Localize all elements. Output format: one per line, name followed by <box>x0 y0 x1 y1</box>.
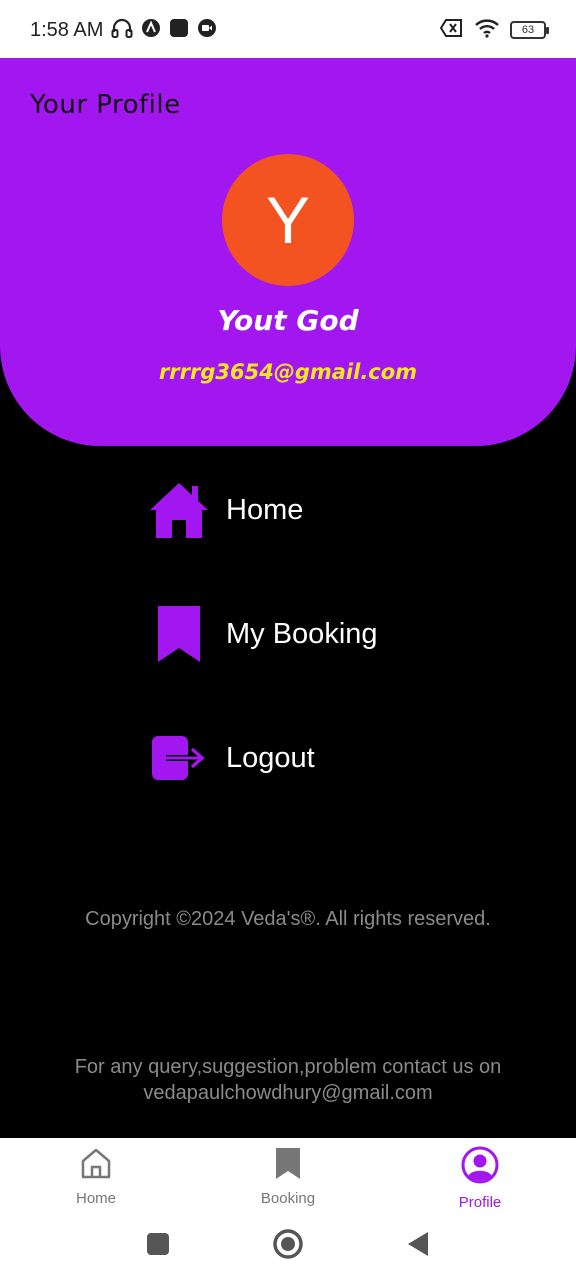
status-left: 1:58 AM <box>30 18 217 42</box>
wifi-icon <box>474 18 500 42</box>
tab-booking[interactable]: Booking <box>218 1146 358 1207</box>
app-square-icon <box>169 18 189 42</box>
menu-item-my-booking[interactable]: My Booking <box>148 603 378 665</box>
profile-header: Your Profile Y Yout God rrrrg3654@gmail.… <box>0 58 576 446</box>
headphones-icon <box>111 18 133 42</box>
contact-line-1: For any query,suggestion,problem contact… <box>74 1056 502 1078</box>
user-email: rrrrg3654@gmail.com <box>158 360 418 384</box>
home-icon <box>148 479 210 541</box>
tab-home[interactable]: Home <box>26 1146 166 1207</box>
app-a-icon <box>141 18 161 42</box>
contact-text: For any query,suggestion,problem contact… <box>0 1054 576 1106</box>
home-button[interactable] <box>272 1228 304 1264</box>
avatar: Y <box>222 154 354 286</box>
logout-icon <box>148 727 210 789</box>
menu-label-my-booking: My Booking <box>226 617 378 650</box>
user-name: Yout God <box>217 304 359 337</box>
page-title: Your Profile <box>30 90 181 120</box>
menu-label-logout: Logout <box>226 741 315 774</box>
home-outline-icon <box>79 1146 113 1184</box>
video-record-icon <box>197 18 217 42</box>
tab-booking-label: Booking <box>260 1190 316 1207</box>
contact-email[interactable]: vedapaulchowdhury@gmail.com <box>0 1080 576 1106</box>
tab-profile-label: Profile <box>458 1194 502 1211</box>
menu-label-home: Home <box>226 493 304 526</box>
copyright-text: Copyright ©2024 Veda's®. All rights rese… <box>85 908 491 930</box>
profile-icon <box>461 1146 499 1188</box>
menu-item-home[interactable]: Home <box>148 479 303 541</box>
sim-off-icon <box>439 18 464 42</box>
system-nav-bar <box>0 1226 576 1262</box>
status-bar: 1:58 AM 63 <box>0 0 576 60</box>
bookmark-icon <box>271 1146 305 1184</box>
recents-button[interactable] <box>146 1232 170 1260</box>
status-right: 63 <box>439 18 549 42</box>
back-button[interactable] <box>406 1230 430 1262</box>
tab-profile[interactable]: Profile <box>410 1146 550 1211</box>
battery-indicator: 63 <box>510 21 549 39</box>
menu-item-logout[interactable]: Logout <box>148 727 315 789</box>
tab-home-label: Home <box>75 1190 116 1207</box>
status-time: 1:58 AM <box>30 18 104 41</box>
bookmark-icon <box>148 603 210 665</box>
